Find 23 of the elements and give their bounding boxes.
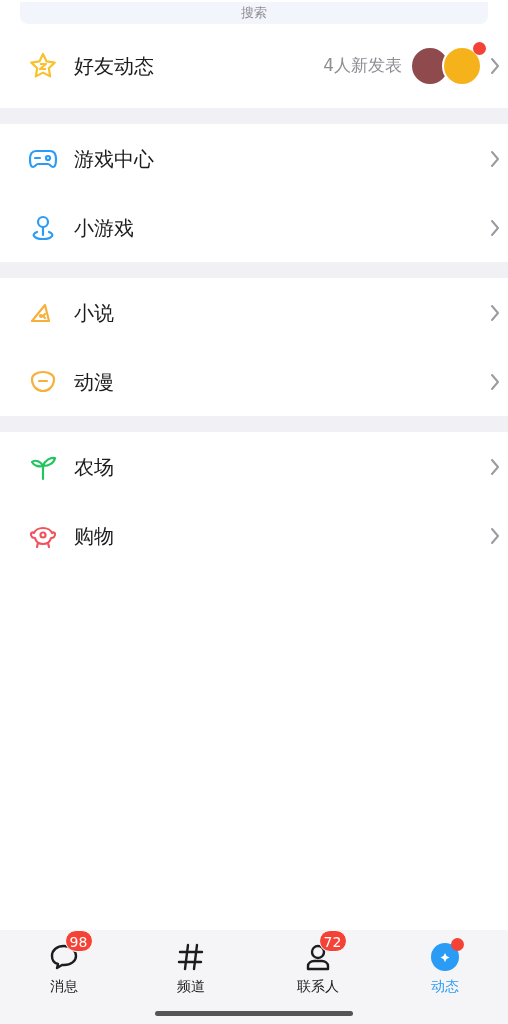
chevron-right-icon: [490, 457, 500, 476]
avatar: [442, 46, 482, 86]
chevron-right-icon: [490, 372, 500, 391]
chevron-right-icon: [490, 57, 500, 75]
chevron-right-icon: [490, 526, 500, 545]
menu-item-label: 农场: [74, 453, 114, 481]
chevron-right-icon: [490, 149, 500, 168]
menu-item-label: 动漫: [74, 368, 114, 396]
unread-badge: 72: [318, 930, 347, 952]
new-posts-count: 4人新发表: [323, 54, 402, 78]
menu-item-label: 游戏中心: [74, 145, 154, 173]
menu-item-label: 小游戏: [74, 214, 134, 242]
chevron-right-icon: [490, 218, 500, 237]
unread-badge: 98: [64, 930, 93, 952]
friend-feed-label: 好友动态: [74, 53, 154, 80]
tab[interactable]: 98 消息: [0, 930, 127, 997]
chevron-right-icon: [490, 303, 500, 322]
tab[interactable]: 频道: [127, 930, 254, 997]
menu-item-label: 购物: [74, 522, 114, 550]
hashtag-icon: [175, 942, 206, 972]
tab[interactable]: 72 联系人: [254, 930, 381, 997]
search-field[interactable]: 搜索: [20, 1, 488, 24]
menu-item-label: 小说: [74, 299, 114, 327]
